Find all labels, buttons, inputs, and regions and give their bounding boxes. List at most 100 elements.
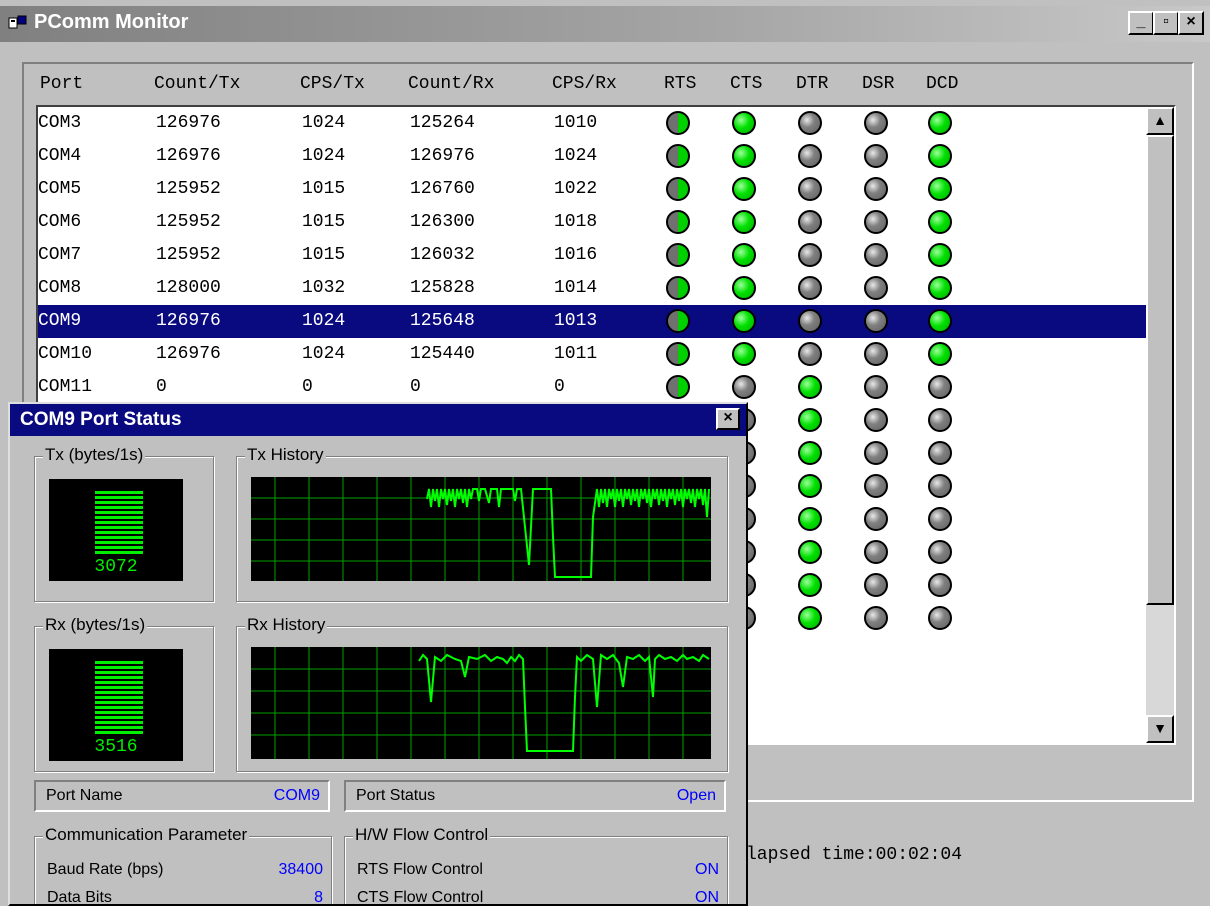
cell-cps-tx: 1024 bbox=[302, 146, 346, 166]
meter-bar bbox=[95, 676, 143, 679]
dsr-led-icon bbox=[864, 507, 888, 531]
dsr-led-icon bbox=[864, 540, 888, 564]
cell-cps-rx: 1014 bbox=[554, 278, 598, 298]
rx-meter-group: Rx (bytes/1s) 3516 bbox=[34, 615, 214, 772]
dcd-led-icon bbox=[928, 243, 952, 267]
cell-count-tx: 0 bbox=[156, 377, 167, 397]
column-header-dtr[interactable]: DTR bbox=[796, 74, 828, 94]
minimize-button[interactable]: _ bbox=[1128, 11, 1154, 35]
port-status-field: Port Status Open bbox=[344, 780, 726, 812]
scroll-up-button[interactable]: ▲ bbox=[1146, 107, 1174, 135]
dcd-led-icon bbox=[928, 276, 952, 300]
rts-flow-label: RTS Flow Control bbox=[357, 861, 483, 878]
meter-bar bbox=[95, 686, 143, 689]
column-header-dcd[interactable]: DCD bbox=[926, 74, 958, 94]
dsr-led-icon bbox=[864, 441, 888, 465]
dsr-led-icon bbox=[864, 210, 888, 234]
dtr-led-icon bbox=[798, 309, 822, 333]
dtr-led-icon bbox=[798, 111, 822, 135]
tx-history-label: Tx History bbox=[245, 445, 326, 465]
rts-led-icon bbox=[666, 177, 690, 201]
vertical-scrollbar[interactable]: ▲ ▼ bbox=[1146, 107, 1174, 743]
table-row[interactable]: COM3 126976 1024 125264 1010 bbox=[38, 107, 1148, 140]
table-row[interactable]: COM6 125952 1015 126300 1018 bbox=[38, 206, 1148, 239]
window-title: PComm Monitor bbox=[34, 11, 189, 33]
column-header-cps-rx[interactable]: CPS/Rx bbox=[552, 74, 617, 94]
dcd-led-icon bbox=[928, 408, 952, 432]
tx-history-graph bbox=[251, 477, 711, 581]
comm-parameter-group: Communication Parameter Baud Rate (bps) … bbox=[34, 825, 332, 904]
title-bar[interactable]: PComm Monitor _ ▫ × bbox=[0, 6, 1210, 42]
dialog-close-button[interactable]: × bbox=[716, 408, 740, 430]
scroll-thumb[interactable] bbox=[1146, 135, 1174, 605]
baud-rate-label: Baud Rate (bps) bbox=[47, 861, 164, 878]
rx-history-group: Rx History bbox=[236, 615, 728, 772]
cell-count-tx: 126976 bbox=[156, 311, 221, 331]
column-header-cps-tx[interactable]: CPS/Tx bbox=[300, 74, 365, 94]
dcd-led-icon bbox=[928, 210, 952, 234]
rts-flow-value: ON bbox=[695, 861, 719, 878]
dcd-led-icon bbox=[928, 111, 952, 135]
dtr-led-icon bbox=[798, 276, 822, 300]
table-row[interactable]: COM9 126976 1024 125648 1013 bbox=[38, 305, 1148, 338]
cell-count-rx: 126300 bbox=[410, 212, 475, 232]
cell-cps-tx: 1015 bbox=[302, 179, 346, 199]
restore-button[interactable]: ▫ bbox=[1153, 11, 1179, 35]
column-header-cts[interactable]: CTS bbox=[730, 74, 762, 94]
column-header-port[interactable]: Port bbox=[40, 74, 83, 94]
column-header-dsr[interactable]: DSR bbox=[862, 74, 894, 94]
column-header-count-rx[interactable]: Count/Rx bbox=[408, 74, 494, 94]
rts-led-icon bbox=[666, 309, 690, 333]
table-row[interactable]: COM5 125952 1015 126760 1022 bbox=[38, 173, 1148, 206]
dtr-led-icon bbox=[798, 540, 822, 564]
cell-count-rx: 126032 bbox=[410, 245, 475, 265]
meter-bar bbox=[95, 716, 143, 719]
tx-label: Tx (bytes/1s) bbox=[43, 445, 146, 465]
rts-led-icon bbox=[666, 375, 690, 399]
column-header-count-tx[interactable]: Count/Tx bbox=[154, 74, 240, 94]
port-name-value: COM9 bbox=[273, 787, 320, 804]
cell-count-rx: 126976 bbox=[410, 146, 475, 166]
meter-bar bbox=[95, 551, 143, 554]
dtr-led-icon bbox=[798, 342, 822, 366]
flow-group-label: H/W Flow Control bbox=[353, 825, 491, 845]
scroll-down-button[interactable]: ▼ bbox=[1146, 715, 1174, 743]
cell-cps-rx: 1010 bbox=[554, 113, 598, 133]
meter-bar bbox=[95, 681, 143, 684]
dcd-led-icon bbox=[928, 474, 952, 498]
meter-bar bbox=[95, 706, 143, 709]
meter-bar bbox=[95, 526, 143, 529]
table-row[interactable]: COM10 126976 1024 125440 1011 bbox=[38, 338, 1148, 371]
dtr-led-icon bbox=[798, 144, 822, 168]
dsr-led-icon bbox=[864, 474, 888, 498]
rts-led-icon bbox=[666, 210, 690, 234]
rts-led-icon bbox=[666, 276, 690, 300]
hw-flow-control-group: H/W Flow Control RTS Flow Control ON CTS… bbox=[344, 825, 728, 904]
dialog-title: COM9 Port Status bbox=[20, 409, 182, 430]
list-header: Port Count/Tx CPS/Tx Count/Rx CPS/Rx RTS CTS DT… bbox=[36, 66, 1176, 104]
dcd-led-icon bbox=[928, 540, 952, 564]
column-header-rts[interactable]: RTS bbox=[664, 74, 696, 94]
meter-bar bbox=[95, 696, 143, 699]
cts-led-icon bbox=[732, 177, 756, 201]
dialog-title-bar[interactable]: COM9 Port Status × bbox=[10, 404, 746, 436]
meter-bar bbox=[95, 671, 143, 674]
meter-bar bbox=[95, 506, 143, 509]
close-button[interactable]: × bbox=[1178, 11, 1204, 35]
table-row[interactable]: COM11 0 0 0 0 bbox=[38, 371, 1148, 404]
table-row[interactable]: COM8 128000 1032 125828 1014 bbox=[38, 272, 1148, 305]
cell-port: COM5 bbox=[38, 179, 82, 199]
dtr-led-icon bbox=[798, 573, 822, 597]
cell-count-tx: 125952 bbox=[156, 179, 221, 199]
table-row[interactable]: COM7 125952 1015 126032 1016 bbox=[38, 239, 1148, 272]
cts-led-icon bbox=[732, 276, 756, 300]
rx-history-graph bbox=[251, 647, 711, 759]
cell-cps-tx: 0 bbox=[302, 377, 313, 397]
cell-count-tx: 128000 bbox=[156, 278, 221, 298]
cell-cps-rx: 1018 bbox=[554, 212, 598, 232]
meter-bar bbox=[95, 516, 143, 519]
comm-group-label: Communication Parameter bbox=[43, 825, 250, 845]
table-row[interactable]: COM4 126976 1024 126976 1024 bbox=[38, 140, 1148, 173]
dsr-led-icon bbox=[864, 276, 888, 300]
cts-led-icon bbox=[732, 144, 756, 168]
